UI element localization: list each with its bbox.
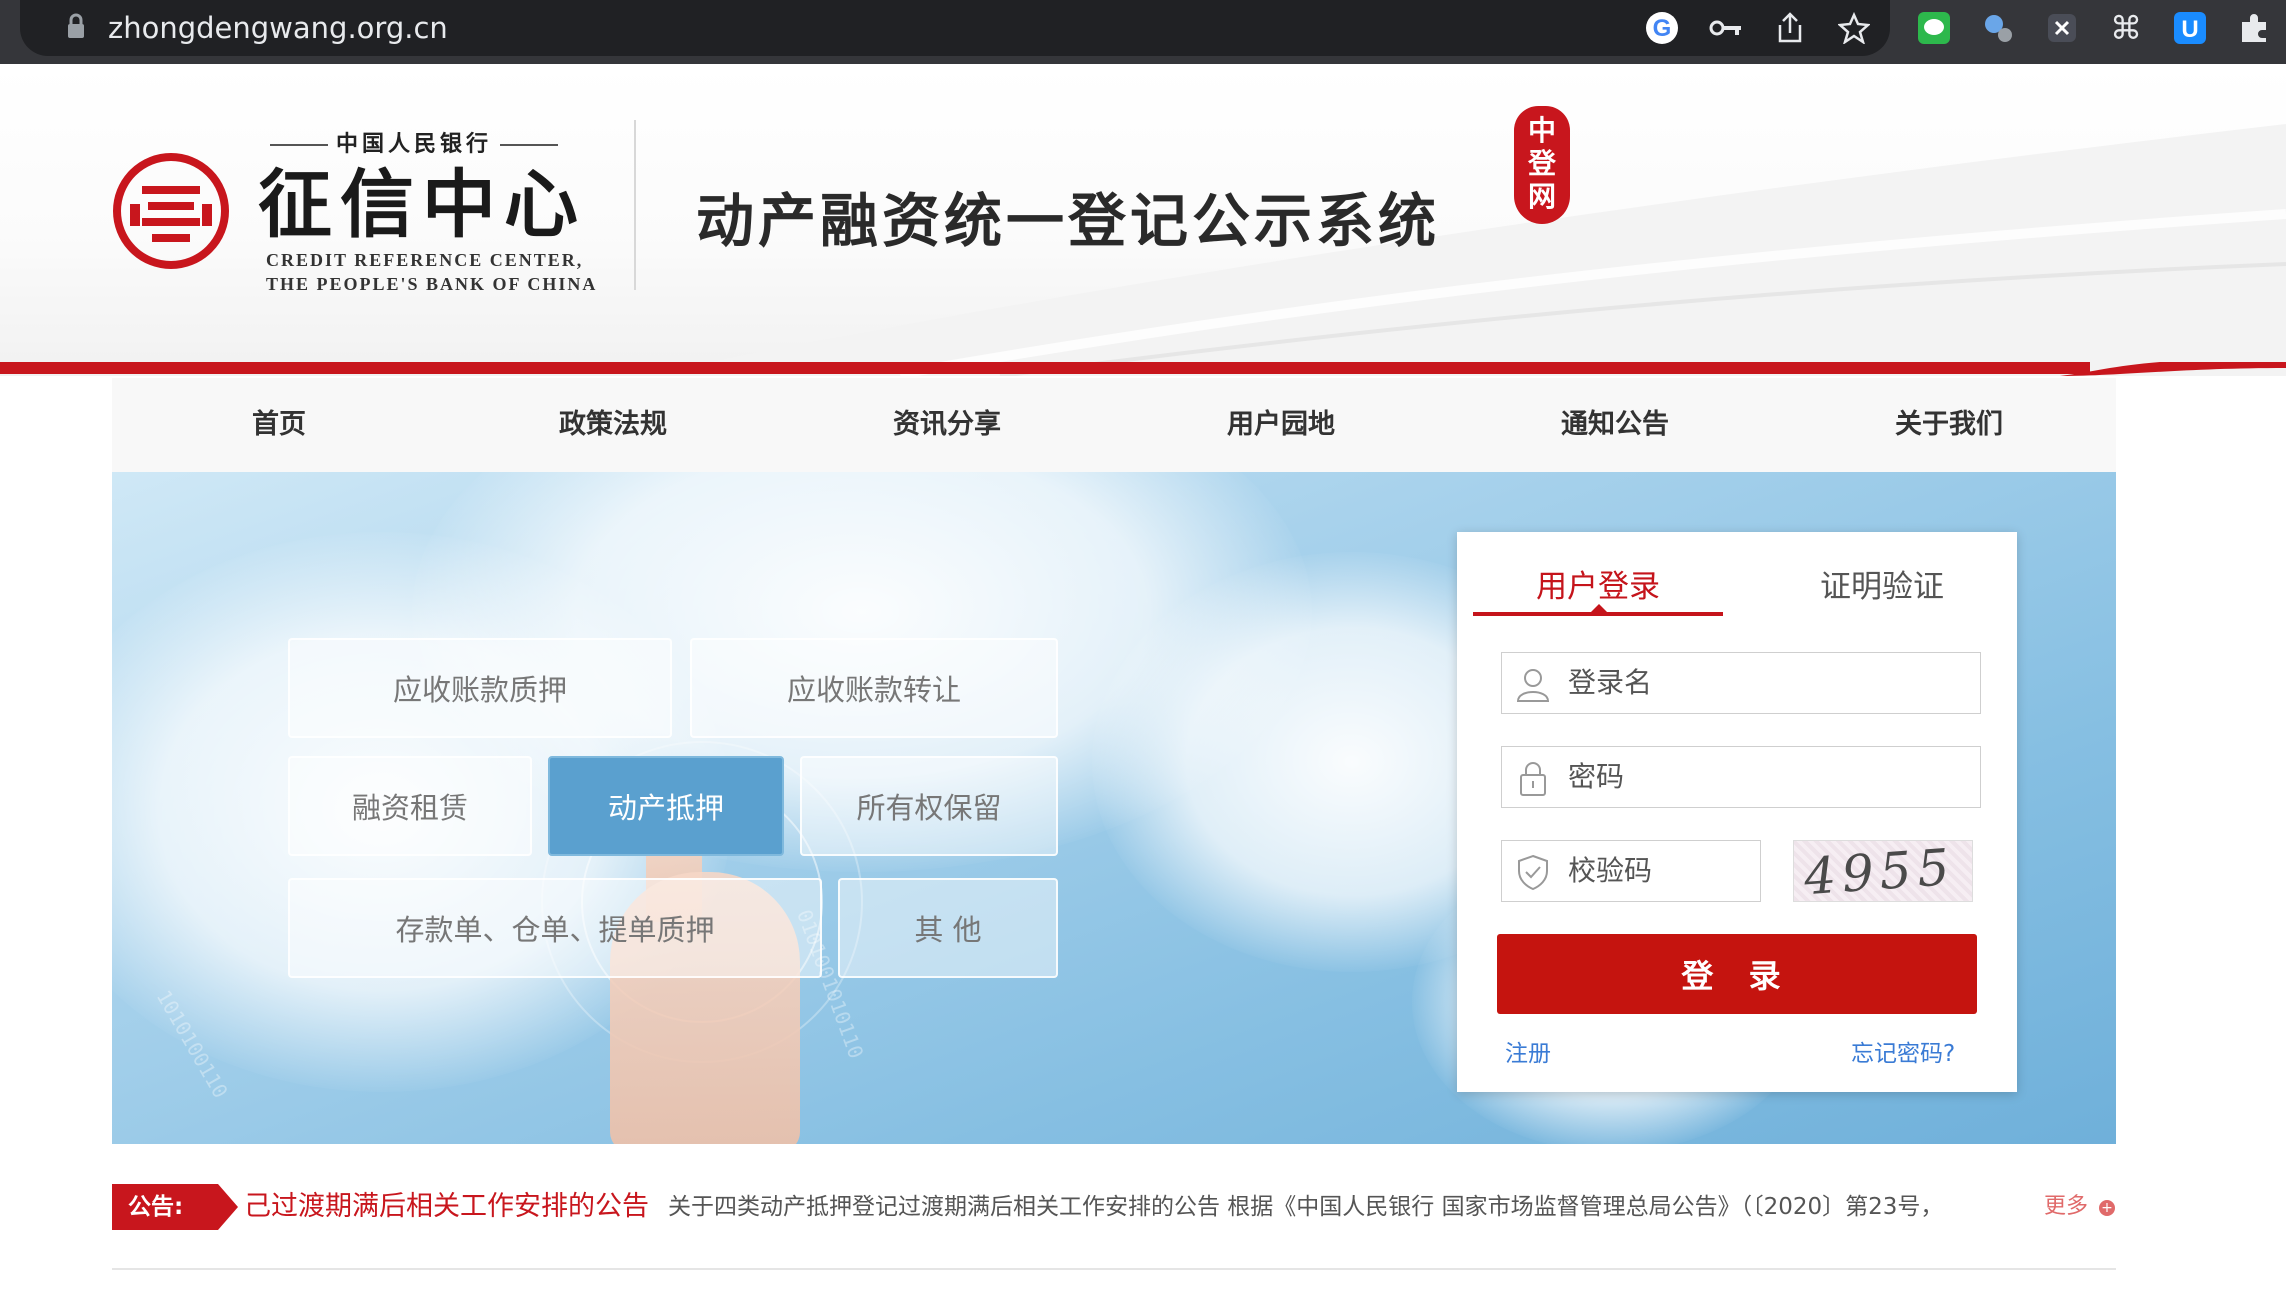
nav-notices[interactable]: 通知公告 xyxy=(1448,378,1782,472)
system-title: 动产融资统一登记公示系统 xyxy=(696,187,1441,255)
captcha-placeholder: 校验码 xyxy=(1568,854,1653,887)
username-placeholder: 登录名 xyxy=(1568,666,1653,699)
star-icon[interactable] xyxy=(1832,6,1876,50)
username-field[interactable]: 登录名 xyxy=(1501,652,1981,714)
announcement-bar: 公告: 己过渡期满后相关工作安排的公告 关于四类动产抵押登记过渡期满后相关工作安… xyxy=(112,1184,2116,1230)
logo-english-line-1: CREDIT REFERENCE CENTER, xyxy=(266,250,584,270)
shield-icon xyxy=(1518,854,1548,891)
x-extension-icon[interactable] xyxy=(2040,6,2084,50)
tile-deposit-warehouse-pledge[interactable]: 存款单、仓单、提单质押 xyxy=(288,878,822,978)
nav-about[interactable]: 关于我们 xyxy=(1782,378,2116,472)
nav-news[interactable]: 资讯分享 xyxy=(780,378,1114,472)
active-tab-caret xyxy=(1591,604,1607,612)
announcement-body[interactable]: 关于四类动产抵押登记过渡期满后相关工作安排的公告 根据《中国人民银行 国家市场监… xyxy=(668,1184,2108,1230)
announcement-arrow xyxy=(218,1184,238,1230)
pboc-label: 中国人民银行 xyxy=(262,126,566,158)
credit-center-logo-text: 征信中心 xyxy=(258,162,586,248)
login-panel: 用户登录 证明验证 登录名 密码 校验码 4955 登 录 注册 忘记密码? xyxy=(1457,532,2017,1092)
more-link[interactable]: 更多 xyxy=(2044,1184,2088,1230)
active-tab-indicator xyxy=(1473,612,1723,616)
credit-center-emblem-icon xyxy=(113,153,229,269)
padlock-icon xyxy=(1520,762,1546,796)
nav-home[interactable]: 首页 xyxy=(112,378,446,472)
tab-certificate-verify[interactable]: 证明验证 xyxy=(1757,558,2007,616)
key-icon[interactable] xyxy=(1704,6,1748,50)
forgot-password-link[interactable]: 忘记密码? xyxy=(1851,1034,1955,1068)
lock-icon xyxy=(68,13,84,38)
svg-text:U: U xyxy=(2181,16,2198,43)
content-divider xyxy=(112,1268,2116,1270)
address-bar[interactable]: zhongdengwang.org.cn G xyxy=(20,0,1890,56)
chat-extension-icon[interactable] xyxy=(1912,6,1956,50)
logo-divider xyxy=(634,120,636,290)
site-header: 中国人民银行 征信中心 CREDIT REFERENCE CENTER, THE… xyxy=(0,64,2286,376)
register-link[interactable]: 注册 xyxy=(1505,1034,1551,1068)
user-icon xyxy=(1516,669,1550,702)
command-icon[interactable]: ⌘ xyxy=(2104,6,2148,50)
puzzle-icon[interactable] xyxy=(2232,6,2276,50)
captcha-image[interactable]: 4955 xyxy=(1793,840,1973,902)
svg-text:G: G xyxy=(1653,15,1672,42)
tile-receivables-pledge[interactable]: 应收账款质押 xyxy=(288,638,672,738)
browser-toolbar: zhongdengwang.org.cn G ⌘ U xyxy=(0,0,2286,64)
url-text[interactable]: zhongdengwang.org.cn xyxy=(108,6,448,50)
tile-financial-leasing[interactable]: 融资租赁 xyxy=(288,756,532,856)
nav-user-area[interactable]: 用户园地 xyxy=(1114,378,1448,472)
announcement-title[interactable]: 己过渡期满后相关工作安排的公告 xyxy=(244,1184,649,1230)
share-icon[interactable] xyxy=(1768,6,1812,50)
search-extension-icon[interactable] xyxy=(1976,6,2020,50)
captcha-field[interactable]: 校验码 xyxy=(1501,840,1761,902)
u-extension-icon[interactable]: U xyxy=(2168,6,2212,50)
google-icon[interactable]: G xyxy=(1640,6,1684,50)
password-placeholder: 密码 xyxy=(1568,760,1625,793)
tile-retention-of-title[interactable]: 所有权保留 xyxy=(800,756,1058,856)
zhongdengwang-seal: 中 登 网 xyxy=(1514,106,1570,224)
header-red-stripe xyxy=(0,362,2286,376)
more-plus-icon[interactable]: + xyxy=(2099,1200,2115,1216)
tile-other[interactable]: 其 他 xyxy=(838,878,1058,978)
logo-english-line-2: THE PEOPLE'S BANK OF CHINA xyxy=(266,274,598,294)
main-nav: 首页 政策法规 资讯分享 用户园地 通知公告 关于我们 xyxy=(112,378,2116,472)
announcement-label: 公告: xyxy=(112,1184,218,1230)
login-button[interactable]: 登 录 xyxy=(1497,934,1977,1014)
tile-receivables-transfer[interactable]: 应收账款转让 xyxy=(690,638,1058,738)
nav-policy[interactable]: 政策法规 xyxy=(446,378,780,472)
password-field[interactable]: 密码 xyxy=(1501,746,1981,808)
tile-movable-mortgage[interactable]: 动产抵押 xyxy=(548,756,784,856)
captcha-image-text: 4955 xyxy=(1802,840,1958,902)
